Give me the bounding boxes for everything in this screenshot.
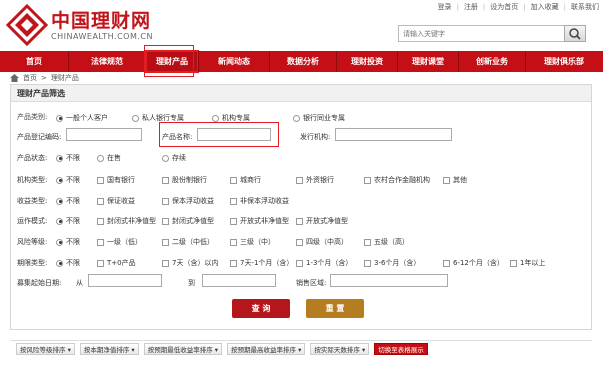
logo-mark-icon — [6, 4, 48, 46]
issuer-input[interactable] — [335, 128, 452, 141]
inst-option-other[interactable]: 其他 — [443, 175, 467, 185]
date-to-input[interactable] — [202, 274, 276, 287]
search-icon — [569, 28, 581, 40]
date-label: 募集起始日期: — [17, 279, 62, 287]
region-label: 销售区域: — [296, 279, 327, 287]
site-logo[interactable]: 中国理财网 CHINAWEALTH.COM.CN — [6, 4, 153, 46]
login-link[interactable]: 登录 — [438, 2, 452, 12]
main-nav: 首页 法律规范 理财产品 新闻动态 数据分析 理财投资 理财课堂 创新业务 理财… — [0, 50, 603, 73]
sort-by-risk-button[interactable]: 按风险等级排序 ▾ — [16, 342, 75, 355]
breadcrumb: 首页 > 理财产品 — [10, 73, 79, 83]
inst-option-rural[interactable]: 农村合作金融机构 — [364, 175, 430, 185]
status-option-any[interactable]: 不限 — [56, 153, 80, 163]
risk-option-1[interactable]: 一级（低） — [97, 237, 142, 247]
type-option-retail[interactable]: 一般个人客户 — [56, 113, 108, 123]
top-links: 登录 | 注册 | 设为首页 | 加入收藏 | 联系我们 — [437, 2, 599, 12]
mode-option-closed-nonnav[interactable]: 封闭式非净值型 — [97, 216, 156, 226]
mode-option-open-nonnav[interactable]: 开放式非净值型 — [230, 216, 289, 226]
nav-club[interactable]: 理财俱乐部 — [526, 51, 602, 72]
risk-label: 风险等级: — [17, 238, 48, 246]
risk-option-3[interactable]: 三级（中） — [230, 237, 275, 247]
term-option-t0[interactable]: T+0产品 — [97, 258, 136, 268]
term-option-3-6m[interactable]: 3-6个月（含） — [364, 258, 420, 268]
term-option-any[interactable]: 不限 — [56, 258, 80, 268]
code-label: 产品登记编码: — [17, 133, 62, 141]
mode-label: 运作模式: — [17, 217, 48, 225]
nav-invest[interactable]: 理财投资 — [337, 51, 397, 72]
search-button[interactable] — [564, 25, 586, 42]
date-from-label: 从 — [76, 279, 83, 287]
term-option-7d[interactable]: 7天（含）以内 — [162, 258, 218, 268]
register-link[interactable]: 注册 — [464, 2, 478, 12]
sort-by-days-button[interactable]: 按实际天数排序 ▾ — [310, 342, 370, 355]
nav-law[interactable]: 法律规范 — [69, 51, 145, 72]
inst-label: 机构类型: — [17, 176, 48, 184]
sort-by-nav-button[interactable]: 按本期净值排序 ▾ — [79, 342, 139, 355]
term-option-7d-1m[interactable]: 7天-1个月（含） — [230, 258, 293, 268]
income-label: 收益类型: — [17, 197, 48, 205]
inst-option-city[interactable]: 城商行 — [230, 175, 261, 185]
term-option-6-12m[interactable]: 6-12个月（含） — [443, 258, 504, 268]
nav-data[interactable]: 数据分析 — [270, 51, 336, 72]
date-to-label: 到 — [188, 279, 195, 287]
query-button[interactable]: 查 询 — [232, 299, 290, 318]
nav-innovation[interactable]: 创新业务 — [459, 51, 525, 72]
risk-option-any[interactable]: 不限 — [56, 237, 80, 247]
nav-class[interactable]: 理财课堂 — [398, 51, 458, 72]
breadcrumb-home[interactable]: 首页 — [23, 73, 37, 83]
contact-link[interactable]: 联系我们 — [571, 2, 599, 12]
logo-cn-text: 中国理财网 — [51, 9, 152, 32]
inst-option-joint[interactable]: 股份制银行 — [162, 175, 207, 185]
sort-bar: 按风险等级排序 ▾ 按本期净值排序 ▾ 按预期最低收益率排序 ▾ 按预期最高收益… — [10, 340, 592, 356]
set-homepage-link[interactable]: 设为首页 — [490, 2, 518, 12]
income-option-nonprincipal-float[interactable]: 非保本浮动收益 — [230, 196, 289, 206]
switch-table-view-button[interactable]: 切换至表格展示 — [374, 342, 428, 355]
mode-option-any[interactable]: 不限 — [56, 216, 80, 226]
sort-by-min-yield-button[interactable]: 按预期最低收益率排序 ▾ — [143, 342, 223, 355]
nav-home[interactable]: 首页 — [0, 51, 68, 72]
nav-highlight-box — [144, 45, 194, 77]
type-option-interbank[interactable]: 银行同业专属 — [293, 113, 345, 123]
risk-option-2[interactable]: 二级（中低） — [162, 237, 214, 247]
panel-title: 理财产品筛选 — [11, 85, 591, 102]
mode-option-open-nav[interactable]: 开放式净值型 — [296, 216, 348, 226]
date-from-input[interactable] — [88, 274, 162, 287]
risk-option-4[interactable]: 四级（中高） — [296, 237, 348, 247]
inst-option-foreign[interactable]: 外资银行 — [296, 175, 334, 185]
logo-en-text: CHINAWEALTH.COM.CN — [51, 31, 153, 41]
term-label: 期限类型: — [17, 259, 48, 267]
breadcrumb-current: 理财产品 — [50, 74, 79, 82]
add-favorite-link[interactable]: 加入收藏 — [531, 2, 559, 12]
income-option-principal-float[interactable]: 保本浮动收益 — [162, 196, 214, 206]
term-option-1-3m[interactable]: 1-3个月（含） — [296, 258, 352, 268]
income-option-guaranteed[interactable]: 保证收益 — [97, 196, 135, 206]
income-option-any[interactable]: 不限 — [56, 196, 80, 206]
inst-option-any[interactable]: 不限 — [56, 175, 80, 185]
risk-option-5[interactable]: 五级（高） — [364, 237, 409, 247]
status-option-existing[interactable]: 存续 — [162, 153, 186, 163]
inst-option-state[interactable]: 国有银行 — [97, 175, 135, 185]
nav-news[interactable]: 新闻动态 — [199, 51, 269, 72]
region-input[interactable] — [330, 274, 448, 287]
reset-button[interactable]: 重 置 — [306, 299, 364, 318]
issuer-label: 发行机构: — [300, 133, 331, 141]
sort-by-max-yield-button[interactable]: 按预期最高收益率排序 ▾ — [227, 342, 306, 355]
search-input[interactable] — [398, 25, 566, 42]
term-option-1y-plus[interactable]: 1年以上 — [510, 258, 545, 268]
status-label: 产品状态: — [17, 154, 48, 162]
mode-option-closed-nav[interactable]: 封闭式净值型 — [162, 216, 214, 226]
code-input[interactable] — [66, 128, 142, 141]
name-highlight-box — [159, 122, 279, 147]
search-box — [398, 25, 588, 42]
status-option-onsale[interactable]: 在售 — [97, 153, 121, 163]
home-icon — [10, 74, 19, 82]
